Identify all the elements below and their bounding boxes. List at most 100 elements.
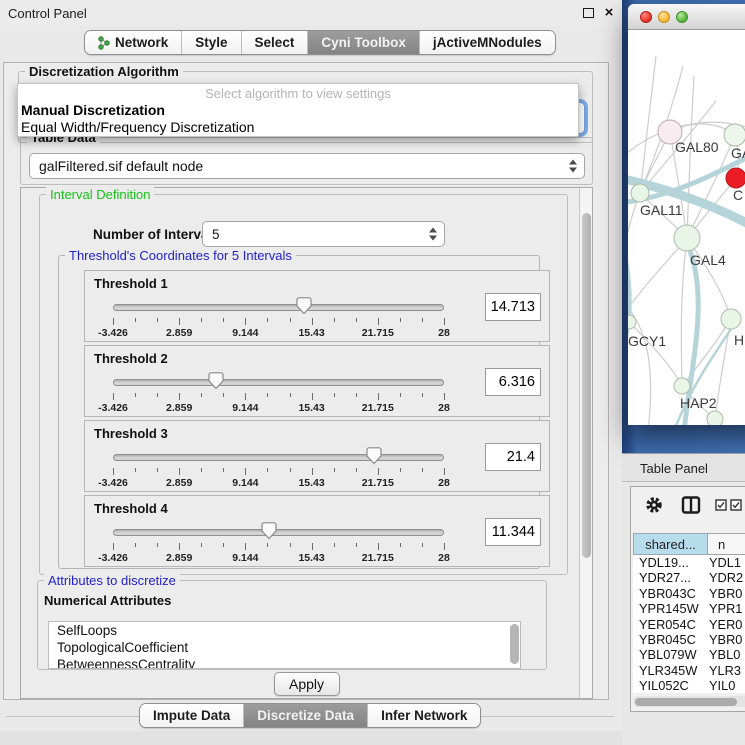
threshold-value-field[interactable]: 6.316 bbox=[485, 368, 541, 396]
table-cell[interactable]: YBL0 bbox=[707, 647, 745, 662]
apply-button[interactable]: Apply bbox=[274, 672, 340, 696]
threshold-value-field[interactable]: 21.4 bbox=[485, 443, 541, 471]
table-row[interactable]: YDR27...YDR2 bbox=[633, 570, 745, 585]
network-edge[interactable] bbox=[681, 238, 687, 386]
network-node[interactable] bbox=[724, 124, 745, 146]
network-node[interactable] bbox=[674, 225, 700, 251]
slider-thumb[interactable] bbox=[296, 297, 312, 315]
tab-discretize-data[interactable]: Discretize Data bbox=[244, 704, 368, 727]
table-cell[interactable]: YDR27... bbox=[633, 570, 707, 585]
table-cell[interactable]: YLR345W bbox=[633, 663, 707, 678]
table-row[interactable]: YBR045CYBR0 bbox=[633, 632, 745, 647]
table-cell[interactable]: YDL1 bbox=[707, 555, 745, 570]
number-of-intervals-combobox[interactable]: 5 bbox=[202, 221, 445, 247]
network-edge[interactable] bbox=[629, 322, 682, 386]
table-row[interactable]: YBL079WYBL0 bbox=[633, 647, 745, 662]
table-cell[interactable]: YLR3 bbox=[707, 663, 745, 678]
column-header-name[interactable]: n bbox=[707, 533, 745, 555]
slider-thumb[interactable] bbox=[261, 522, 277, 540]
tick-mark bbox=[422, 468, 423, 472]
checkbox-icon[interactable] bbox=[715, 499, 727, 511]
tick-label: 2.859 bbox=[166, 552, 192, 564]
close-icon[interactable]: × bbox=[601, 3, 617, 21]
threshold-label: Threshold 4 bbox=[94, 501, 168, 516]
vertical-scrollbar[interactable] bbox=[579, 188, 592, 698]
tab-jactivemnodules[interactable]: jActiveMNodules bbox=[420, 31, 555, 54]
column-header-shared[interactable]: shared... bbox=[633, 533, 707, 555]
table-row[interactable]: YBR043CYBR0 bbox=[633, 586, 745, 601]
network-node[interactable] bbox=[707, 411, 723, 425]
list-item[interactable]: BetweennessCentrality bbox=[49, 656, 520, 669]
threshold-value-field[interactable]: 14.713 bbox=[485, 293, 541, 321]
slider-thumb[interactable] bbox=[366, 447, 382, 465]
list-scrollbar[interactable] bbox=[510, 624, 519, 664]
tab-impute-data[interactable]: Impute Data bbox=[140, 704, 244, 727]
network-canvas[interactable]: GAL80GACGAL11GAL4GCY1HHAP2 bbox=[628, 31, 745, 425]
tab-network[interactable]: Network bbox=[85, 31, 182, 54]
tick-mark bbox=[245, 393, 246, 400]
table-row[interactable]: YLR345WYLR3 bbox=[633, 663, 745, 678]
tab-cyni-toolbox[interactable]: Cyni Toolbox bbox=[308, 31, 420, 54]
tick-label: 28 bbox=[438, 327, 450, 339]
table-cell[interactable]: YBR045C bbox=[633, 632, 707, 647]
tab-select[interactable]: Select bbox=[242, 31, 309, 54]
threshold-value-field[interactable]: 11.344 bbox=[485, 518, 541, 546]
tick-mark bbox=[356, 543, 357, 547]
network-node[interactable] bbox=[726, 168, 745, 188]
tick-mark bbox=[245, 468, 246, 475]
network-edge[interactable] bbox=[687, 238, 731, 319]
table-cell[interactable]: YER054C bbox=[633, 617, 707, 632]
slider-track[interactable] bbox=[113, 529, 444, 536]
table-row[interactable]: YER054CYER0 bbox=[633, 617, 745, 632]
slider-track[interactable] bbox=[113, 304, 444, 311]
popup-option-manual-discretization[interactable]: Manual Discretization bbox=[20, 102, 576, 118]
slider-track[interactable] bbox=[113, 379, 444, 386]
checkbox-icon[interactable] bbox=[730, 499, 742, 511]
zoom-traffic-light[interactable] bbox=[676, 11, 688, 23]
tab-infer-network[interactable]: Infer Network bbox=[368, 704, 480, 727]
table-cell[interactable]: YDR2 bbox=[707, 570, 745, 585]
tick-label: 15.43 bbox=[298, 402, 324, 414]
tab-style[interactable]: Style bbox=[182, 31, 241, 54]
table-cell[interactable]: YBR0 bbox=[707, 586, 745, 601]
scrollbar-thumb[interactable] bbox=[635, 698, 737, 706]
scrollbar-thumb[interactable] bbox=[582, 213, 591, 558]
table-row[interactable]: YDL19...YDL1 bbox=[633, 555, 745, 570]
network-node[interactable] bbox=[631, 184, 649, 202]
tick-mark bbox=[356, 318, 357, 322]
popup-option-equal-width-frequency[interactable]: Equal Width/Frequency Discretization bbox=[20, 119, 576, 135]
close-traffic-light[interactable] bbox=[640, 11, 652, 23]
table-cell[interactable]: YPR1 bbox=[707, 601, 745, 616]
slider-thumb[interactable] bbox=[208, 372, 224, 390]
network-edge[interactable] bbox=[687, 76, 694, 238]
table-cell[interactable]: YIL052C bbox=[633, 678, 707, 693]
network-node[interactable] bbox=[674, 378, 690, 394]
tick-mark bbox=[201, 468, 202, 472]
table-row[interactable]: YIL052CYIL0 bbox=[633, 678, 745, 693]
list-item[interactable]: SelfLoops bbox=[49, 622, 520, 639]
table-cell[interactable]: YER0 bbox=[707, 617, 745, 632]
minimize-traffic-light[interactable] bbox=[658, 11, 670, 23]
network-node[interactable] bbox=[721, 309, 741, 329]
list-item[interactable]: TopologicalCoefficient bbox=[49, 639, 520, 656]
float-window-icon[interactable] bbox=[583, 8, 594, 18]
network-edge[interactable] bbox=[628, 238, 687, 319]
table-cell[interactable]: YPR145W bbox=[633, 601, 707, 616]
tick-mark bbox=[201, 318, 202, 322]
gear-icon[interactable] bbox=[645, 496, 663, 514]
table-data-combobox[interactable]: galFiltered.sif default node bbox=[29, 153, 585, 179]
table-cell[interactable]: YIL0 bbox=[707, 678, 745, 693]
tick-label: 15.43 bbox=[298, 327, 324, 339]
node-label: C bbox=[733, 187, 743, 203]
table-cell[interactable]: YBR043C bbox=[633, 586, 707, 601]
table-cell[interactable]: YBL079W bbox=[633, 647, 707, 662]
slider-track[interactable] bbox=[113, 454, 444, 461]
horizontal-scrollbar[interactable] bbox=[633, 696, 745, 707]
network-window-titlebar[interactable] bbox=[628, 4, 745, 30]
table-row[interactable]: YPR145WYPR1 bbox=[633, 601, 745, 616]
group-title: Discretization Algorithm bbox=[25, 64, 183, 79]
table-cell[interactable]: YDL19... bbox=[633, 555, 707, 570]
network-edge[interactable] bbox=[628, 193, 640, 271]
split-columns-icon[interactable] bbox=[681, 496, 701, 514]
table-cell[interactable]: YBR0 bbox=[707, 632, 745, 647]
